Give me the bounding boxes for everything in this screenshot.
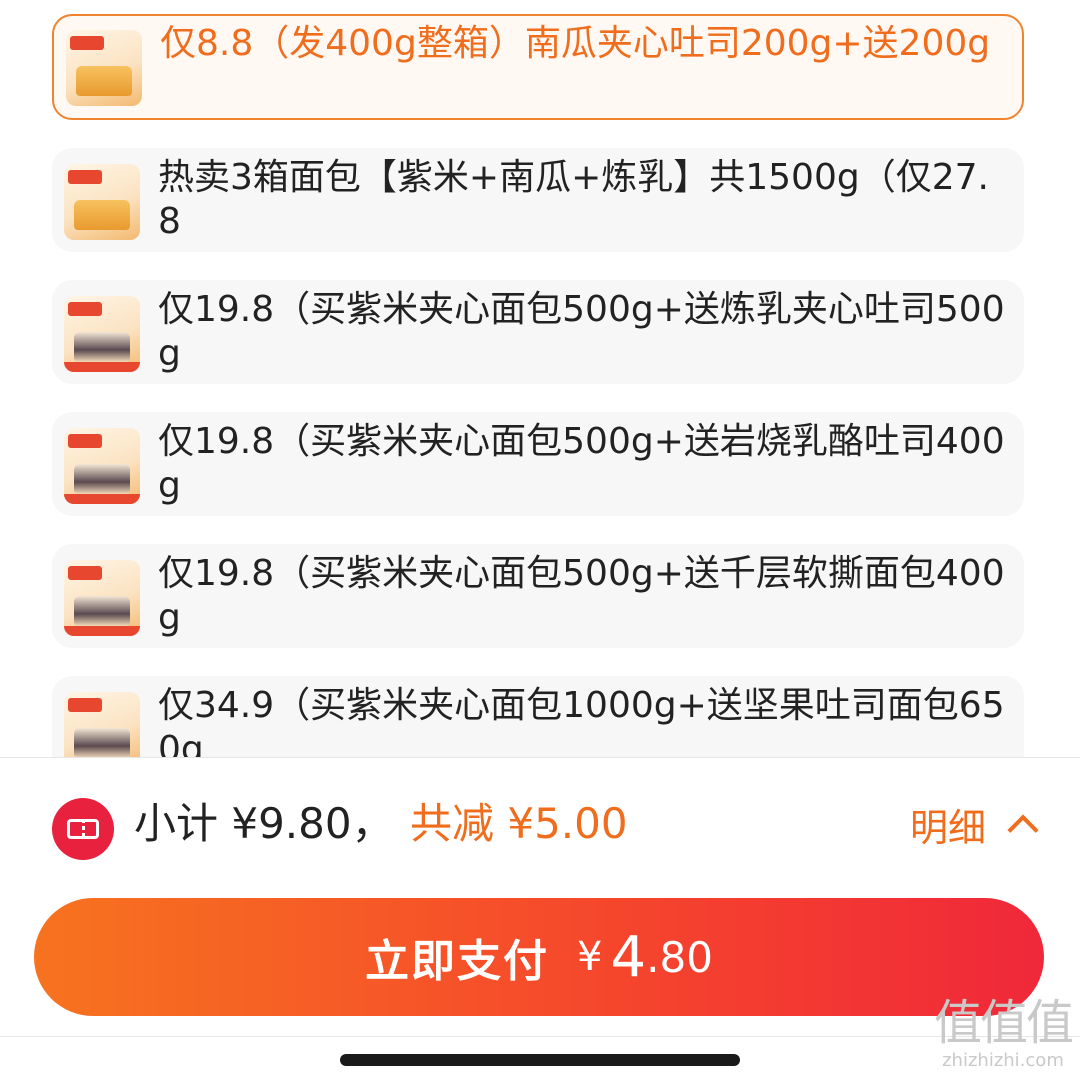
product-thumbnail xyxy=(64,164,140,240)
sku-option-title: 仅34.9（买紫米夹心面包1000g+送坚果吐司面包650g xyxy=(158,685,1005,757)
pay-amount-decimal: .80 xyxy=(646,932,713,982)
sku-option[interactable]: 仅8.8（发400g整箱）南瓜夹心吐司200g+送200g xyxy=(52,14,1024,120)
watermark-logo: 值值值 xyxy=(933,995,1074,1051)
subtotal-text: 小计 ¥9.80， xyxy=(134,799,394,848)
pay-amount-integer: 4 xyxy=(610,924,647,990)
product-thumbnail xyxy=(64,560,140,636)
product-thumbnail xyxy=(64,296,140,372)
sku-option[interactable]: 热卖3箱面包【紫米+南瓜+炼乳】共1500g（仅27.8 xyxy=(52,148,1024,252)
sku-option-title: 热卖3箱面包【紫米+南瓜+炼乳】共1500g（仅27.8 xyxy=(158,157,989,242)
product-thumbnail xyxy=(66,30,142,106)
sku-option-title: 仅8.8（发400g整箱）南瓜夹心吐司200g+送200g xyxy=(160,23,991,64)
watermark: 值值值 zhizhizhi.com xyxy=(933,995,1074,1072)
discount-text: 共减 ¥5.00 xyxy=(410,799,628,848)
chevron-up-icon xyxy=(1007,814,1039,846)
price-detail-button[interactable]: 明细 xyxy=(910,796,1039,852)
sku-option[interactable]: 仅19.8（买紫米夹心面包500g+送炼乳夹心吐司500g xyxy=(52,280,1024,384)
sku-option[interactable]: 仅34.9（买紫米夹心面包1000g+送坚果吐司面包650g xyxy=(52,676,1024,757)
pay-now-button[interactable]: 立即支付 ¥ 4 .80 xyxy=(34,898,1044,1016)
sku-option-title: 仅19.8（买紫米夹心面包500g+送炼乳夹心吐司500g xyxy=(158,289,1005,374)
sku-option[interactable]: 仅19.8（买紫米夹心面包500g+送岩烧乳酪吐司400g xyxy=(52,412,1024,516)
price-detail-label: 明细 xyxy=(910,805,987,850)
pay-now-label: 立即支付 xyxy=(365,936,550,987)
coupon-icon xyxy=(52,798,114,860)
sku-option-title: 仅19.8（买紫米夹心面包500g+送岩烧乳酪吐司400g xyxy=(158,421,1005,506)
sku-options-list: 仅8.8（发400g整箱）南瓜夹心吐司200g+送200g 热卖3箱面包【紫米+… xyxy=(0,0,1080,757)
product-thumbnail xyxy=(64,428,140,504)
watermark-url: zhizhizhi.com xyxy=(942,1050,1064,1071)
sku-option[interactable]: 仅19.8（买紫米夹心面包500g+送千层软撕面包400g xyxy=(52,544,1024,648)
divider xyxy=(0,1036,1080,1037)
sku-option-title: 仅19.8（买紫米夹心面包500g+送千层软撕面包400g xyxy=(158,553,1005,638)
currency-symbol: ¥ xyxy=(577,934,603,980)
product-thumbnail xyxy=(64,692,140,757)
price-summary-bar: 小计 ¥9.80， 共减 ¥5.00 明细 xyxy=(0,758,1080,888)
home-indicator[interactable] xyxy=(340,1054,740,1066)
